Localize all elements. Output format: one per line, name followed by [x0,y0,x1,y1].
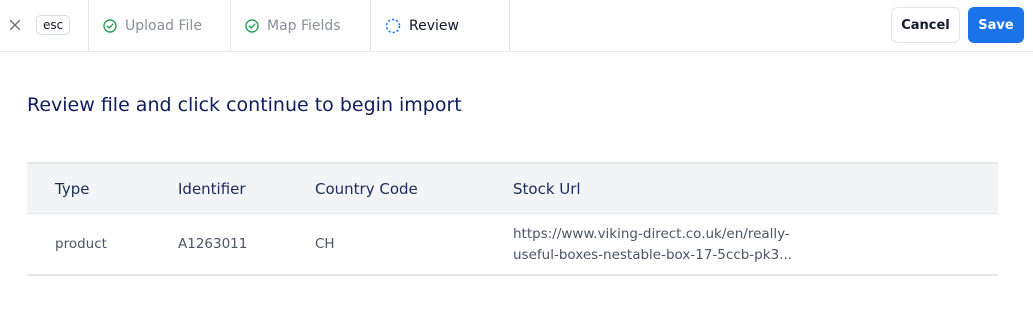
column-header-country-code: Country Code [315,180,418,198]
cancel-button[interactable]: Cancel [891,7,960,43]
step-review[interactable]: Review [370,0,509,51]
cell-identifier: A1263011 [178,236,248,252]
import-wizard-header: esc Upload File Map Fields Review Cancel… [0,0,1033,52]
check-circle-icon [103,18,117,33]
save-button[interactable]: Save [968,7,1024,43]
close-button[interactable] [6,16,24,34]
step-label: Review [409,17,459,34]
table-row: product A1263011 CH https://www.viking-d… [27,214,998,276]
esc-key-hint: esc [36,15,71,35]
column-header-stock-url: Stock Url [513,180,581,198]
page-title: Review file and click continue to begin … [27,94,462,116]
cell-stock-url: https://www.viking-direct.co.uk/en/reall… [513,224,823,266]
stock-url-line-1: https://www.viking-direct.co.uk/en/reall… [513,226,790,242]
check-circle-icon [245,18,259,33]
close-icon [9,19,21,31]
step-map-fields[interactable]: Map Fields [230,0,370,51]
review-table: Type Identifier Country Code Stock Url p… [27,162,998,276]
column-header-identifier: Identifier [178,180,246,198]
step-upload-file[interactable]: Upload File [88,0,230,51]
step-label: Map Fields [267,17,341,34]
dashed-circle-icon [385,18,401,33]
step-label: Upload File [125,17,202,34]
cell-type: product [55,236,107,252]
column-header-type: Type [55,180,90,198]
cell-country-code: CH [315,236,335,252]
table-header: Type Identifier Country Code Stock Url [27,164,998,214]
stock-url-line-2: useful-boxes-nestable-box-17-5ccb-pk3... [513,247,793,263]
steps-divider [509,0,510,51]
